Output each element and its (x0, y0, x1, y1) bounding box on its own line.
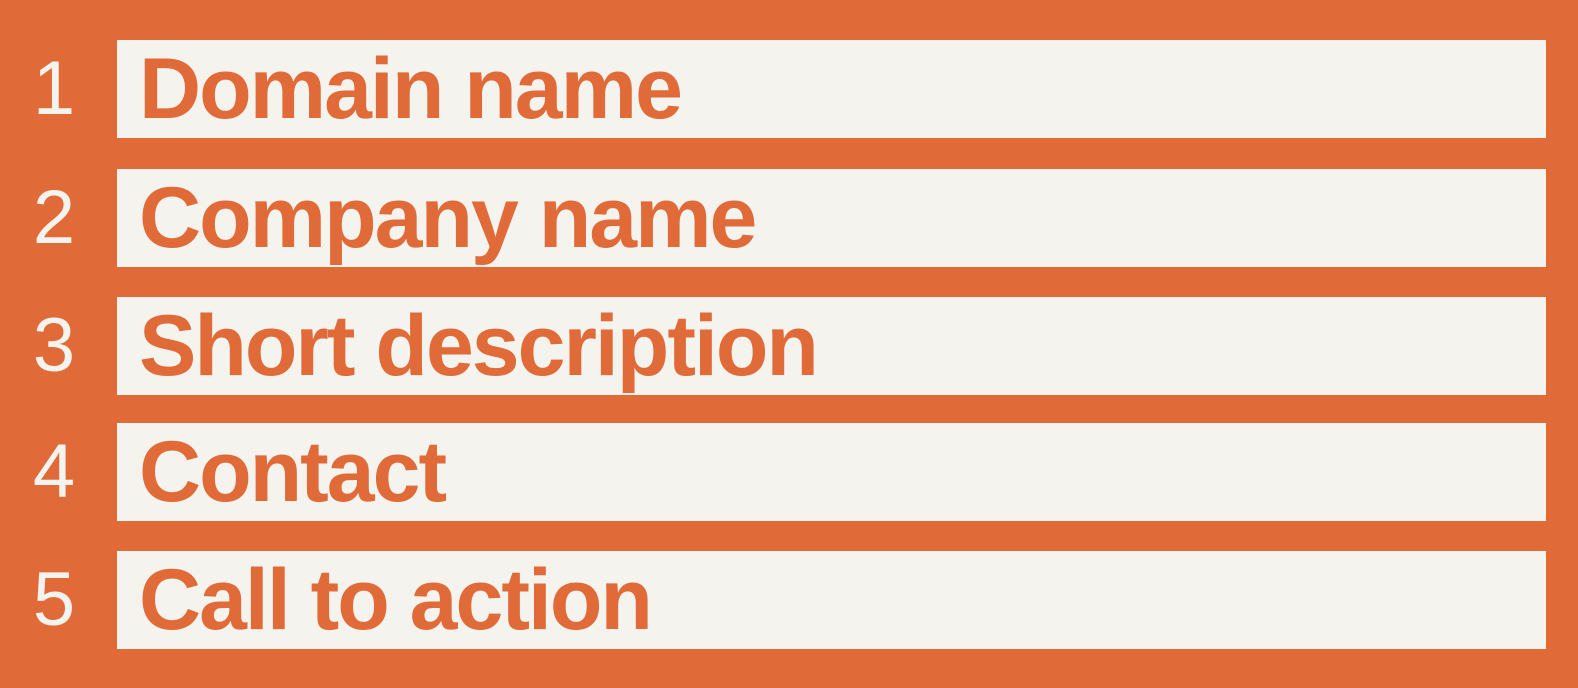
item-label: Short description (139, 298, 819, 394)
item-number: 1 (32, 46, 76, 131)
list-item: 3 Short description (0, 297, 1578, 395)
item-label: Call to action (139, 552, 653, 648)
list-item: 2 Company name (0, 169, 1578, 267)
item-number: 4 (32, 429, 76, 514)
list-item: 4 Contact (0, 423, 1578, 521)
item-bar: Company name (117, 169, 1546, 267)
item-bar: Contact (117, 423, 1546, 521)
list-item: 1 Domain name (0, 40, 1578, 138)
item-bar: Short description (117, 297, 1546, 395)
list-item: 5 Call to action (0, 551, 1578, 649)
item-bar: Call to action (117, 551, 1546, 649)
item-label: Company name (139, 170, 757, 266)
item-label: Contact (139, 424, 447, 520)
item-number: 2 (32, 175, 76, 260)
item-label: Domain name (139, 41, 683, 137)
item-number: 3 (32, 303, 76, 388)
item-bar: Domain name (117, 40, 1546, 138)
item-number: 5 (32, 557, 76, 642)
